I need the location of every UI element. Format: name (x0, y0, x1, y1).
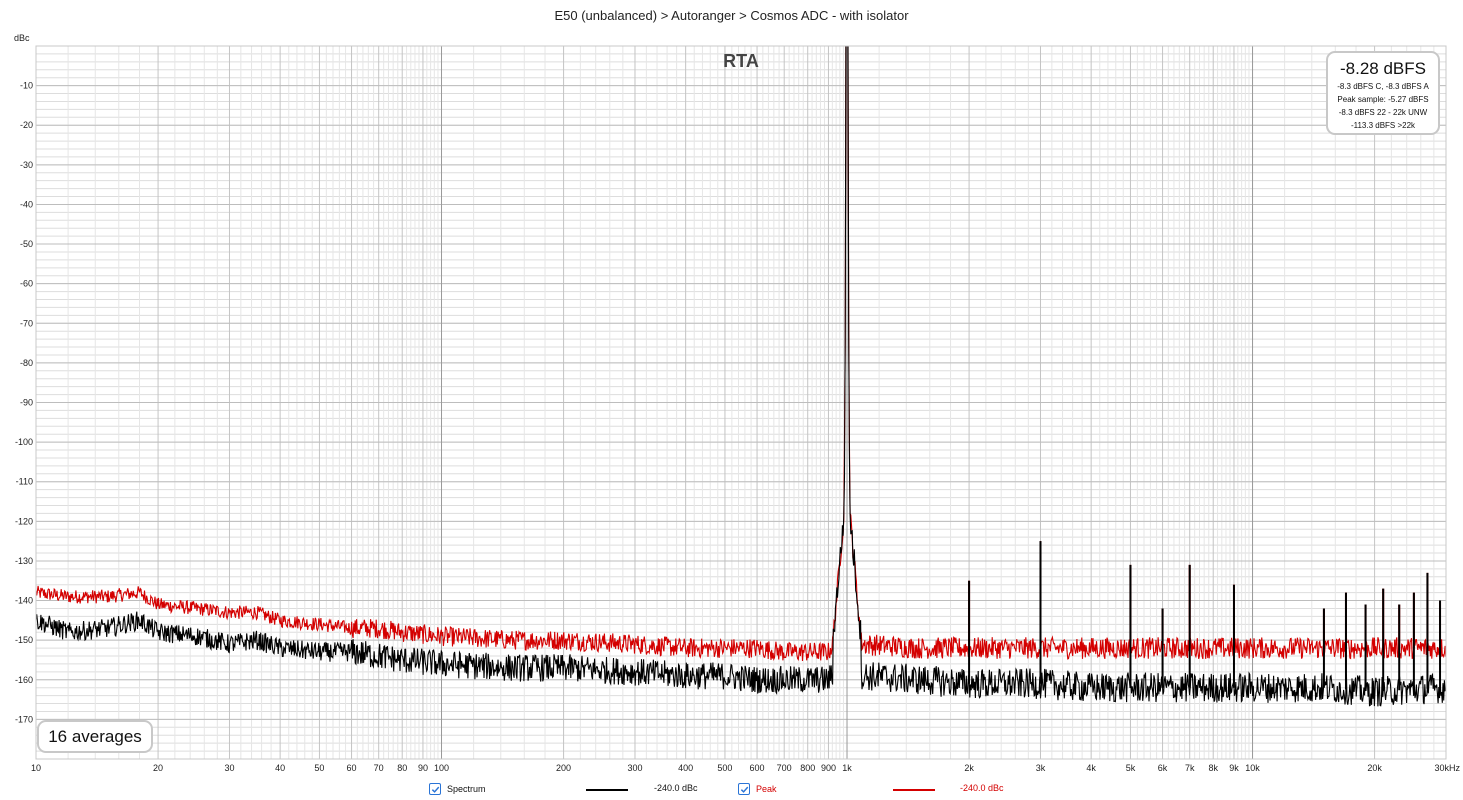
x-tick-label: 20k (1367, 763, 1382, 773)
x-tick-label: 90 (418, 763, 428, 773)
x-axis-ticks: 10 20 30 40 50 60 70 80 90 100 200 300 400 500 600 700 8… (31, 763, 1461, 773)
x-tick-label: 20 (153, 763, 163, 773)
peak-checkbox[interactable] (738, 783, 750, 795)
y-axis-ticks: -10 -20 -30 -40 -50 -60 -70 -80 -90 -100 -110 -120 -… (15, 81, 33, 725)
y-tick-label: -10 (20, 81, 33, 91)
y-tick-label: -160 (15, 675, 33, 685)
y-tick-label: -60 (20, 279, 33, 289)
x-tick-label: 900 (821, 763, 836, 773)
x-tick-label: 800 (800, 763, 815, 773)
peak-swatch (893, 789, 935, 791)
y-tick-label: -30 (20, 160, 33, 170)
y-tick-label: -90 (20, 398, 33, 408)
legend-peak[interactable]: Peak (738, 781, 777, 797)
y-tick-label: -100 (15, 437, 33, 447)
x-tick-label: 3k (1036, 763, 1046, 773)
y-tick-label: -70 (20, 318, 33, 328)
x-tick-label: 300 (627, 763, 642, 773)
level-readout-panel: -8.28 dBFS -8.3 dBFS C, -8.3 dBFS A Peak… (1326, 51, 1440, 135)
x-tick-label: 2k (964, 763, 974, 773)
x-tick-label: 500 (717, 763, 732, 773)
x-tick-label: 100 (434, 763, 449, 773)
x-tick-label: 4k (1086, 763, 1096, 773)
y-tick-label: -110 (16, 477, 33, 487)
x-tick-label: 5k (1126, 763, 1136, 773)
rta-chart: -10 -20 -30 -40 -50 -60 -70 -80 -90 -100 -110 -120 -… (14, 33, 1461, 773)
x-tick-label: 6k (1158, 763, 1168, 773)
x-tick-label: 40 (275, 763, 285, 773)
x-tick-label: 700 (777, 763, 792, 773)
checkmark-icon (740, 786, 748, 793)
y-tick-label: -40 (20, 199, 33, 209)
readout-level: -8.28 dBFS (1340, 59, 1426, 78)
checkmark-icon (431, 786, 439, 793)
x-tick-label: 600 (750, 763, 765, 773)
peak-value: -240.0 dBc (960, 783, 1004, 793)
x-tick-label: 10 (31, 763, 41, 773)
y-tick-label: -20 (20, 120, 33, 130)
y-tick-label: -170 (15, 714, 33, 724)
x-tick-label: 10k (1245, 763, 1260, 773)
y-tick-label: -140 (15, 596, 33, 606)
x-tick-label: 30 (224, 763, 234, 773)
y-tick-label: -80 (20, 358, 33, 368)
x-tick-label: 9k (1229, 763, 1239, 773)
x-tick-label: 8k (1208, 763, 1218, 773)
spectrum-checkbox[interactable] (429, 783, 441, 795)
x-tick-label: 1k (842, 763, 852, 773)
x-tick-label: 400 (678, 763, 693, 773)
averages-badge: 16 averages (37, 720, 153, 753)
peak-label: Peak (756, 784, 777, 794)
chart-title: RTA (723, 51, 759, 71)
y-tick-label: -50 (20, 239, 33, 249)
spectrum-swatch (586, 789, 628, 791)
x-tick-label: 60 (347, 763, 357, 773)
readout-weighted: -8.3 dBFS C, -8.3 dBFS A (1337, 82, 1429, 91)
x-tick-label: 7k (1185, 763, 1195, 773)
y-tick-label: -130 (15, 556, 33, 566)
readout-unweighted: -8.3 dBFS 22 - 22k UNW (1338, 108, 1428, 117)
x-tick-label: 30kHz (1434, 763, 1460, 773)
readout-above-22k: -113.3 dBFS >22k (1350, 121, 1416, 130)
y-tick-label: -120 (15, 516, 33, 526)
legend-spectrum[interactable]: Spectrum (429, 781, 486, 797)
x-tick-label: 50 (314, 763, 324, 773)
x-tick-label: 200 (556, 763, 571, 773)
spectrum-label: Spectrum (447, 784, 486, 794)
y-tick-label: -150 (15, 635, 33, 645)
x-tick-label: 80 (397, 763, 407, 773)
y-axis-label: dBc (14, 33, 30, 43)
readout-peak-sample: Peak sample: -5.27 dBFS (1337, 95, 1429, 104)
x-tick-label: 70 (374, 763, 384, 773)
spectrum-value: -240.0 dBc (654, 783, 698, 793)
